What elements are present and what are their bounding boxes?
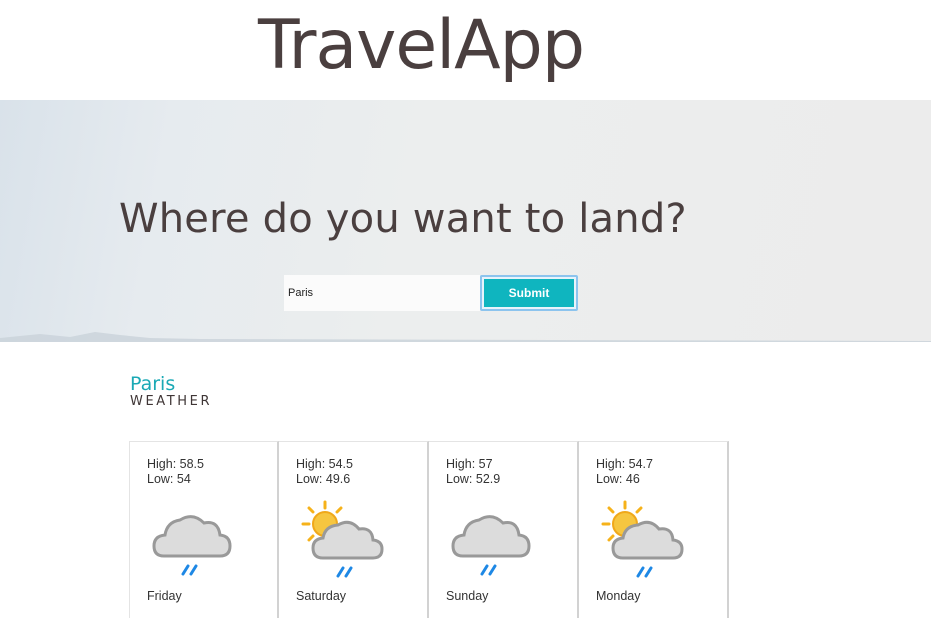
forecast-card: High: 57 Low: 52.9 Sunday <box>429 441 579 618</box>
submit-button-focus-ring: Submit <box>480 275 578 311</box>
rain-cloud-icon <box>451 515 531 576</box>
destination-input[interactable] <box>284 275 480 311</box>
forecast-card: High: 54.7 Low: 46 Monday <box>579 441 729 618</box>
hero-question: Where do you want to land? <box>119 196 687 242</box>
sun-cloud-rain-icon <box>601 500 684 578</box>
weather-city: Paris <box>130 373 176 395</box>
weather-heading: WEATHER <box>130 394 213 409</box>
temperature-range: High: 57 Low: 52.9 <box>446 457 500 487</box>
low-temp: Low: 46 <box>596 472 640 486</box>
high-temp: High: 54.5 <box>296 457 353 471</box>
sun-cloud-rain-icon <box>301 500 384 578</box>
high-temp: High: 54.7 <box>596 457 653 471</box>
temperature-range: High: 54.5 Low: 49.6 <box>296 457 353 487</box>
forecast-card: High: 54.5 Low: 49.6 Saturday <box>279 441 429 618</box>
mountain-silhouette <box>0 332 931 342</box>
rain-cloud-icon <box>152 515 232 576</box>
day-name: Saturday <box>296 589 347 603</box>
submit-button[interactable]: Submit <box>484 279 574 307</box>
hero-banner: Where do you want to land? Submit <box>0 100 931 342</box>
forecast-row: High: 58.5 Low: 54 Friday High: 54.5 Low… <box>129 441 732 618</box>
app-header: TravelApp <box>0 0 931 100</box>
temperature-range: High: 54.7 Low: 46 <box>596 457 653 487</box>
day-name: Monday <box>596 589 641 603</box>
high-temp: High: 58.5 <box>147 457 204 471</box>
day-name: Sunday <box>446 589 489 603</box>
low-temp: Low: 49.6 <box>296 472 351 486</box>
low-temp: Low: 54 <box>147 472 191 486</box>
day-name: Friday <box>147 589 182 603</box>
forecast-card: High: 58.5 Low: 54 Friday <box>129 441 279 618</box>
app-title: TravelApp <box>258 6 585 85</box>
temperature-range: High: 58.5 Low: 54 <box>147 457 204 487</box>
high-temp: High: 57 <box>446 457 493 471</box>
low-temp: Low: 52.9 <box>446 472 501 486</box>
